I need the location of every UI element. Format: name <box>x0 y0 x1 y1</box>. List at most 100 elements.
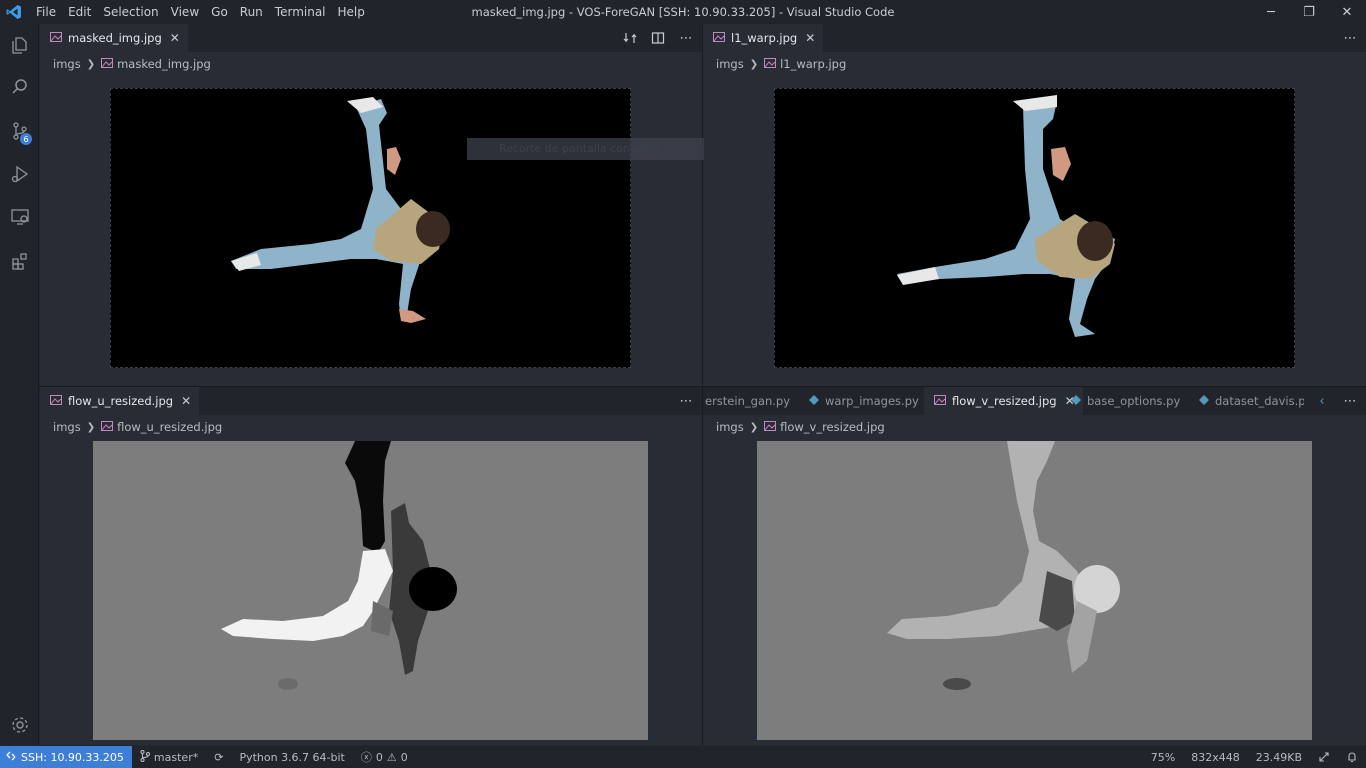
title-bar: File Edit Selection View Go Run Terminal… <box>0 0 1366 24</box>
horizontal-split-sash[interactable] <box>39 386 1366 387</box>
feedback-icon[interactable] <box>1310 751 1338 763</box>
tab-close-button[interactable]: ✕ <box>181 394 191 408</box>
chevron-right-icon: ❯ <box>86 421 96 433</box>
editor-actions: ⋯ <box>622 24 694 52</box>
problems-indicator[interactable]: ⓧ 0 ⚠ 0 <box>353 749 416 765</box>
python-interpreter-label: Python 3.6.7 64-bit <box>239 750 345 764</box>
split-editor-icon[interactable] <box>650 30 666 46</box>
notifications-icon[interactable] <box>1338 751 1366 763</box>
chevron-right-icon: ❯ <box>749 58 759 70</box>
image-file-icon <box>101 420 114 434</box>
tab-label: erstein_gan.py <box>705 394 791 408</box>
more-actions-icon[interactable]: ⋯ <box>678 393 694 409</box>
settings-gear-icon[interactable] <box>0 706 39 744</box>
tab-label: dataset_davis.py <box>1215 394 1313 408</box>
status-bar-right: 75% 832x448 23.49KB <box>1143 746 1366 768</box>
remote-icon <box>6 751 16 764</box>
breadcrumb: imgs ❯ l1_warp.jpg <box>716 53 846 75</box>
tab-close-button[interactable]: ✕ <box>805 31 815 45</box>
tab-erstein-gan[interactable]: erstein_gan.py <box>695 387 798 415</box>
breadcrumb-folder[interactable]: imgs <box>716 57 744 71</box>
tab-label: flow_v_resized.jpg <box>952 394 1057 408</box>
chevron-left-icon[interactable]: ‹ <box>1314 393 1330 409</box>
warning-icon: ⚠ <box>386 750 397 764</box>
python-file-icon <box>809 394 819 408</box>
tab-bar: masked_img.jpg ✕ ⋯ <box>40 24 702 52</box>
breadcrumb: imgs ❯ masked_img.jpg <box>53 53 211 75</box>
editor-group-top-right: l1_warp.jpg ✕ ⋯ imgs ❯ l1_warp.jpg <box>703 24 1366 386</box>
editor-actions: ⋯ <box>1342 24 1358 52</box>
source-control-icon[interactable]: 6 <box>0 112 39 150</box>
git-branch[interactable]: master* <box>132 749 206 765</box>
menu-go[interactable]: Go <box>205 0 234 24</box>
restore-button[interactable]: ❐ <box>1290 0 1328 24</box>
breadcrumb-folder[interactable]: imgs <box>53 420 81 434</box>
menu-selection[interactable]: Selection <box>97 0 164 24</box>
breadcrumb: imgs ❯ flow_v_resized.jpg <box>716 416 885 438</box>
breadcrumb-file[interactable]: flow_v_resized.jpg <box>780 420 885 434</box>
image-filesize: 23.49KB <box>1255 750 1302 764</box>
git-branch-icon <box>140 749 150 765</box>
chevron-right-icon: ❯ <box>749 421 759 433</box>
close-window-button[interactable]: ✕ <box>1328 0 1366 24</box>
menu-run[interactable]: Run <box>234 0 269 24</box>
vertical-split-sash[interactable] <box>702 24 703 745</box>
tab-label: flow_u_resized.jpg <box>68 394 174 408</box>
breadcrumb-folder[interactable]: imgs <box>716 420 744 434</box>
more-actions-icon[interactable]: ⋯ <box>678 30 694 46</box>
dancer-figure <box>897 95 1115 337</box>
search-icon[interactable] <box>0 68 39 106</box>
sync-icon: ⟳ <box>214 750 224 764</box>
tab-base-options[interactable]: base_options.py <box>1061 387 1188 415</box>
remote-explorer-icon[interactable] <box>0 198 39 236</box>
flow-u-figure <box>221 441 457 690</box>
status-bar: SSH: 10.90.33.205 master* ⟳ Python 3.6.7… <box>0 746 1366 768</box>
menu-view[interactable]: View <box>165 0 205 24</box>
vscode-logo-icon <box>2 0 26 24</box>
breadcrumb-file[interactable]: masked_img.jpg <box>117 57 211 71</box>
menu-file[interactable]: File <box>30 0 62 24</box>
more-actions-icon[interactable]: ⋯ <box>1342 393 1358 409</box>
warped-image-preview <box>774 88 1295 368</box>
editor-actions: ⋯ <box>678 387 694 415</box>
menu-help[interactable]: Help <box>332 0 371 24</box>
masked-image-preview <box>110 88 631 368</box>
minimize-button[interactable]: ─ <box>1252 0 1290 24</box>
tab-close-button[interactable]: ✕ <box>170 31 180 45</box>
tab-flow-u-resized[interactable]: flow_u_resized.jpg ✕ <box>40 387 200 415</box>
menu-bar: File Edit Selection View Go Run Terminal… <box>30 0 371 24</box>
flow-v-figure <box>887 441 1120 690</box>
tab-flow-v-resized[interactable]: flow_v_resized.jpg ✕ <box>924 387 1083 415</box>
zoom-level[interactable]: 75% <box>1143 751 1183 764</box>
image-file-icon <box>764 420 777 434</box>
python-file-icon <box>1199 394 1209 408</box>
menu-terminal[interactable]: Terminal <box>269 0 332 24</box>
editor-group-bottom-left: flow_u_resized.jpg ✕ ⋯ imgs ❯ flow_u_res… <box>40 387 702 745</box>
image-dimensions: 832x448 <box>1191 750 1240 764</box>
breadcrumb-file[interactable]: flow_u_resized.jpg <box>117 420 222 434</box>
tab-label: warp_images.py <box>825 394 919 408</box>
explorer-icon[interactable] <box>0 26 39 64</box>
editor-actions: ‹ ⋯ <box>1304 387 1358 415</box>
activity-bar: 6 <box>0 24 39 745</box>
tab-bar: erstein_gan.py warp_images.py flow_v_res… <box>703 387 1366 415</box>
sync-button[interactable]: ⟳ <box>206 751 231 764</box>
warning-count: 0 <box>400 750 408 764</box>
tab-dataset-davis[interactable]: dataset_davis.py <box>1189 387 1320 415</box>
tab-l1-warp[interactable]: l1_warp.jpg ✕ <box>703 24 824 52</box>
remote-indicator[interactable]: SSH: 10.90.33.205 <box>0 746 132 768</box>
menu-edit[interactable]: Edit <box>62 0 97 24</box>
python-file-icon <box>1071 394 1081 408</box>
compare-icon[interactable] <box>622 30 638 46</box>
breadcrumb-folder[interactable]: imgs <box>53 57 81 71</box>
tab-warp-images[interactable]: warp_images.py <box>799 387 927 415</box>
git-branch-label: master* <box>153 750 199 764</box>
tab-masked-img[interactable]: masked_img.jpg ✕ <box>40 24 188 52</box>
breadcrumb-file[interactable]: l1_warp.jpg <box>780 57 846 71</box>
more-actions-icon[interactable]: ⋯ <box>1342 30 1358 46</box>
image-file-icon <box>934 394 946 408</box>
image-file-icon <box>764 57 777 71</box>
run-debug-icon[interactable] <box>0 155 39 193</box>
python-interpreter[interactable]: Python 3.6.7 64-bit <box>231 751 352 764</box>
extensions-icon[interactable] <box>0 242 39 280</box>
